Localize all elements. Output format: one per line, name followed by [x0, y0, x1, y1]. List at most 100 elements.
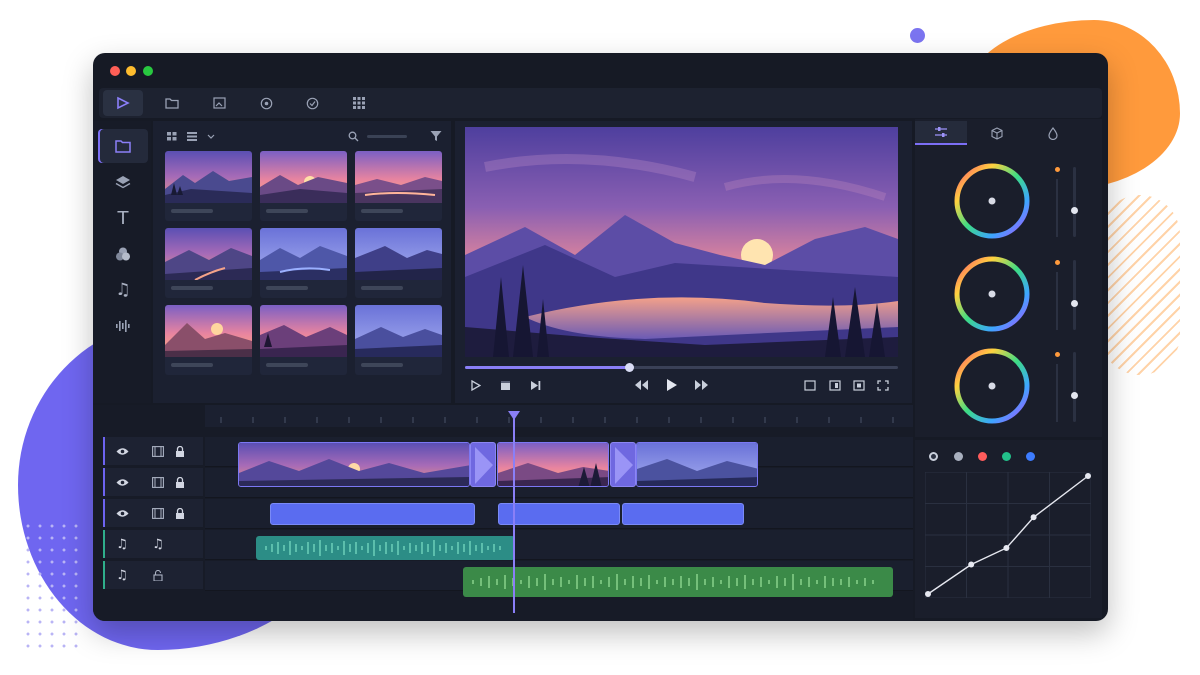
- film-icon[interactable]: [151, 475, 165, 489]
- lock-icon[interactable]: [173, 475, 187, 489]
- target-icon[interactable]: [292, 90, 332, 116]
- audio-wave-button[interactable]: [98, 309, 148, 343]
- tab-color-drop[interactable]: [1027, 121, 1079, 145]
- list-view-icon[interactable]: [187, 132, 197, 141]
- lock-icon[interactable]: [173, 506, 187, 520]
- preview-frame: [465, 127, 898, 357]
- color-inspector: [915, 119, 1102, 437]
- wheel-slider[interactable]: [1071, 260, 1078, 330]
- film-icon[interactable]: [151, 506, 165, 520]
- close-window-button[interactable]: [110, 66, 120, 76]
- transition-marker[interactable]: [470, 442, 496, 487]
- minimize-window-button[interactable]: [126, 66, 136, 76]
- scrub-handle[interactable]: [625, 363, 634, 372]
- thumbnail-label: [266, 286, 308, 290]
- eye-icon[interactable]: [115, 475, 129, 489]
- media-thumbnail[interactable]: [260, 228, 347, 298]
- play-square-icon[interactable]: [103, 90, 143, 116]
- fast-forward-icon[interactable]: [693, 377, 709, 393]
- tab-3d[interactable]: [971, 121, 1023, 145]
- media-thumbnail[interactable]: [260, 305, 347, 375]
- wheel-slider[interactable]: [1071, 167, 1078, 237]
- folder-icon[interactable]: [152, 90, 192, 116]
- media-thumbnail[interactable]: [260, 151, 347, 221]
- media-thumbnail[interactable]: [165, 151, 252, 221]
- timeline-ruler[interactable]: [205, 405, 913, 427]
- wheel-slider[interactable]: [1071, 352, 1078, 422]
- grid-view-icon[interactable]: [167, 132, 177, 141]
- rewind-icon[interactable]: [633, 377, 649, 393]
- video-clip[interactable]: [238, 442, 470, 487]
- overlay-clip[interactable]: [498, 503, 620, 525]
- film-icon[interactable]: [151, 444, 165, 458]
- play-button-icon[interactable]: [663, 377, 679, 393]
- channel-green[interactable]: [1002, 452, 1011, 461]
- progress-track[interactable]: [465, 363, 898, 372]
- channel-white[interactable]: [954, 452, 963, 461]
- skip-end-icon[interactable]: [527, 377, 543, 393]
- tool-rail: T ♫: [93, 121, 151, 403]
- curve-point[interactable]: [1030, 514, 1037, 521]
- fullscreen-icon[interactable]: [875, 377, 891, 393]
- chevron-down-icon[interactable]: [207, 134, 215, 140]
- media-thumbnail[interactable]: [355, 305, 442, 375]
- maximize-window-button[interactable]: [143, 66, 153, 76]
- wheel-slider-track[interactable]: [1056, 179, 1058, 237]
- color-button[interactable]: [98, 237, 148, 271]
- text-icon: T: [117, 207, 129, 229]
- slider-handle[interactable]: [1071, 300, 1078, 307]
- media-folder-button[interactable]: [98, 129, 148, 163]
- channel-red[interactable]: [978, 452, 987, 461]
- overlay-clip[interactable]: [270, 503, 475, 525]
- media-thumbnail[interactable]: [165, 305, 252, 375]
- media-thumbnail[interactable]: [355, 228, 442, 298]
- curve-point[interactable]: [1003, 544, 1010, 551]
- music-note-icon[interactable]: ♫: [151, 537, 165, 552]
- disc-icon[interactable]: [246, 90, 286, 116]
- color-wheel-shadows[interactable]: [952, 161, 1032, 241]
- channel-blue[interactable]: [1026, 452, 1035, 461]
- unlock-icon[interactable]: [151, 568, 165, 582]
- slider-handle[interactable]: [1071, 207, 1078, 214]
- clip-icon[interactable]: [497, 377, 513, 393]
- audio-clip[interactable]: [463, 567, 893, 597]
- channel-luma[interactable]: [929, 452, 938, 461]
- music-note-icon[interactable]: ♫: [115, 537, 129, 552]
- music-button[interactable]: ♫: [98, 273, 148, 307]
- audio-clip[interactable]: [256, 536, 515, 560]
- search-icon[interactable]: [348, 131, 359, 142]
- layers-button[interactable]: [98, 165, 148, 199]
- layers-icon: [115, 176, 131, 189]
- curve-point[interactable]: [925, 591, 931, 597]
- lock-icon[interactable]: [173, 444, 187, 458]
- eye-icon[interactable]: [115, 506, 129, 520]
- image-icon[interactable]: [199, 90, 239, 116]
- video-clip[interactable]: [636, 442, 758, 487]
- wheel-indicator: [1055, 260, 1060, 265]
- music-note-icon[interactable]: ♫: [115, 568, 129, 583]
- search-input[interactable]: [367, 135, 407, 138]
- snapshot-icon[interactable]: [851, 377, 867, 393]
- color-wheel-midtones[interactable]: [952, 254, 1032, 334]
- wheel-slider-track[interactable]: [1056, 272, 1058, 330]
- tone-curve-graph[interactable]: [925, 472, 1091, 598]
- tab-adjustments[interactable]: [915, 121, 967, 145]
- grid-icon[interactable]: [339, 90, 379, 116]
- overlay-clip[interactable]: [622, 503, 744, 525]
- play-icon[interactable]: [467, 377, 483, 393]
- color-wheel-highlights[interactable]: [952, 346, 1032, 426]
- media-thumbnail[interactable]: [355, 151, 442, 221]
- media-thumbnail[interactable]: [165, 228, 252, 298]
- transition-marker[interactable]: [610, 442, 636, 487]
- curve-point[interactable]: [1085, 473, 1091, 479]
- eye-icon[interactable]: [115, 444, 129, 458]
- text-button[interactable]: T: [98, 201, 148, 235]
- playhead[interactable]: [513, 415, 515, 613]
- thumbnail-label: [266, 209, 308, 213]
- wheel-slider-track[interactable]: [1056, 364, 1058, 422]
- slider-handle[interactable]: [1071, 392, 1078, 399]
- curve-point[interactable]: [968, 561, 975, 568]
- safe-area-icon[interactable]: [802, 377, 818, 393]
- filter-icon[interactable]: [430, 130, 442, 142]
- split-view-icon[interactable]: [827, 377, 843, 393]
